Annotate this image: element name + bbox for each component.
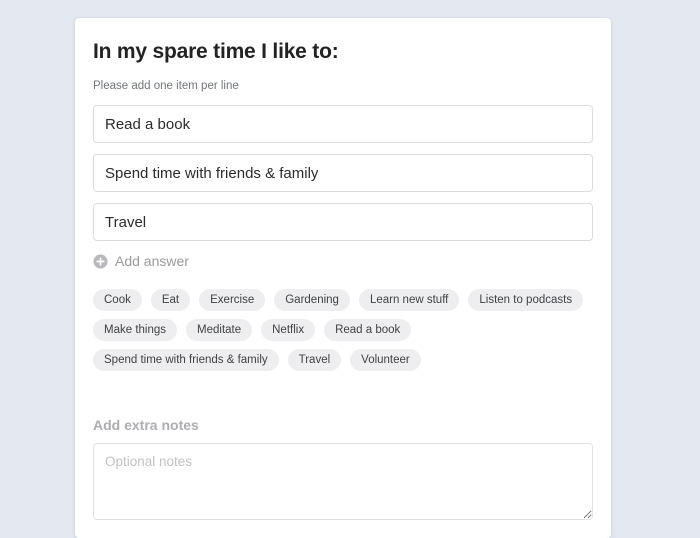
answer-input-2[interactable] bbox=[93, 154, 593, 192]
plus-circle-icon bbox=[93, 254, 108, 269]
suggestion-chip-list: Cook Eat Exercise Gardening Learn new st… bbox=[93, 289, 593, 371]
suggestion-chip[interactable]: Read a book bbox=[324, 319, 412, 341]
suggestion-chip[interactable]: Make things bbox=[93, 319, 178, 341]
page-background: In my spare time I like to: Please add o… bbox=[0, 0, 700, 538]
page-title: In my spare time I like to: bbox=[93, 40, 339, 63]
suggestion-chip[interactable]: Travel bbox=[287, 349, 342, 371]
notes-textarea[interactable] bbox=[93, 443, 593, 520]
suggestion-chip[interactable]: Cook bbox=[93, 289, 142, 311]
notes-label: Add extra notes bbox=[93, 417, 199, 433]
answer-list bbox=[93, 105, 593, 241]
add-answer-label: Add answer bbox=[115, 253, 189, 269]
add-answer-button[interactable]: Add answer bbox=[93, 254, 189, 269]
suggestion-chip[interactable]: Learn new stuff bbox=[358, 289, 460, 311]
answer-input-1[interactable] bbox=[93, 105, 593, 143]
suggestion-chip[interactable]: Exercise bbox=[199, 289, 266, 311]
suggestion-chip[interactable]: Netflix bbox=[261, 319, 316, 341]
form-subtitle: Please add one item per line bbox=[93, 80, 239, 92]
suggestion-chip[interactable]: Gardening bbox=[274, 289, 350, 311]
notes-section: Add extra notes bbox=[93, 416, 593, 520]
suggestion-chip[interactable]: Eat bbox=[150, 289, 191, 311]
answer-input-3[interactable] bbox=[93, 203, 593, 241]
suggestion-chip[interactable]: Spend time with friends & family bbox=[93, 349, 279, 371]
suggestion-chip[interactable]: Volunteer bbox=[350, 349, 421, 371]
suggestion-chip[interactable]: Listen to podcasts bbox=[468, 289, 584, 311]
form-card: In my spare time I like to: Please add o… bbox=[75, 18, 611, 538]
suggestion-chip[interactable]: Meditate bbox=[186, 319, 253, 341]
